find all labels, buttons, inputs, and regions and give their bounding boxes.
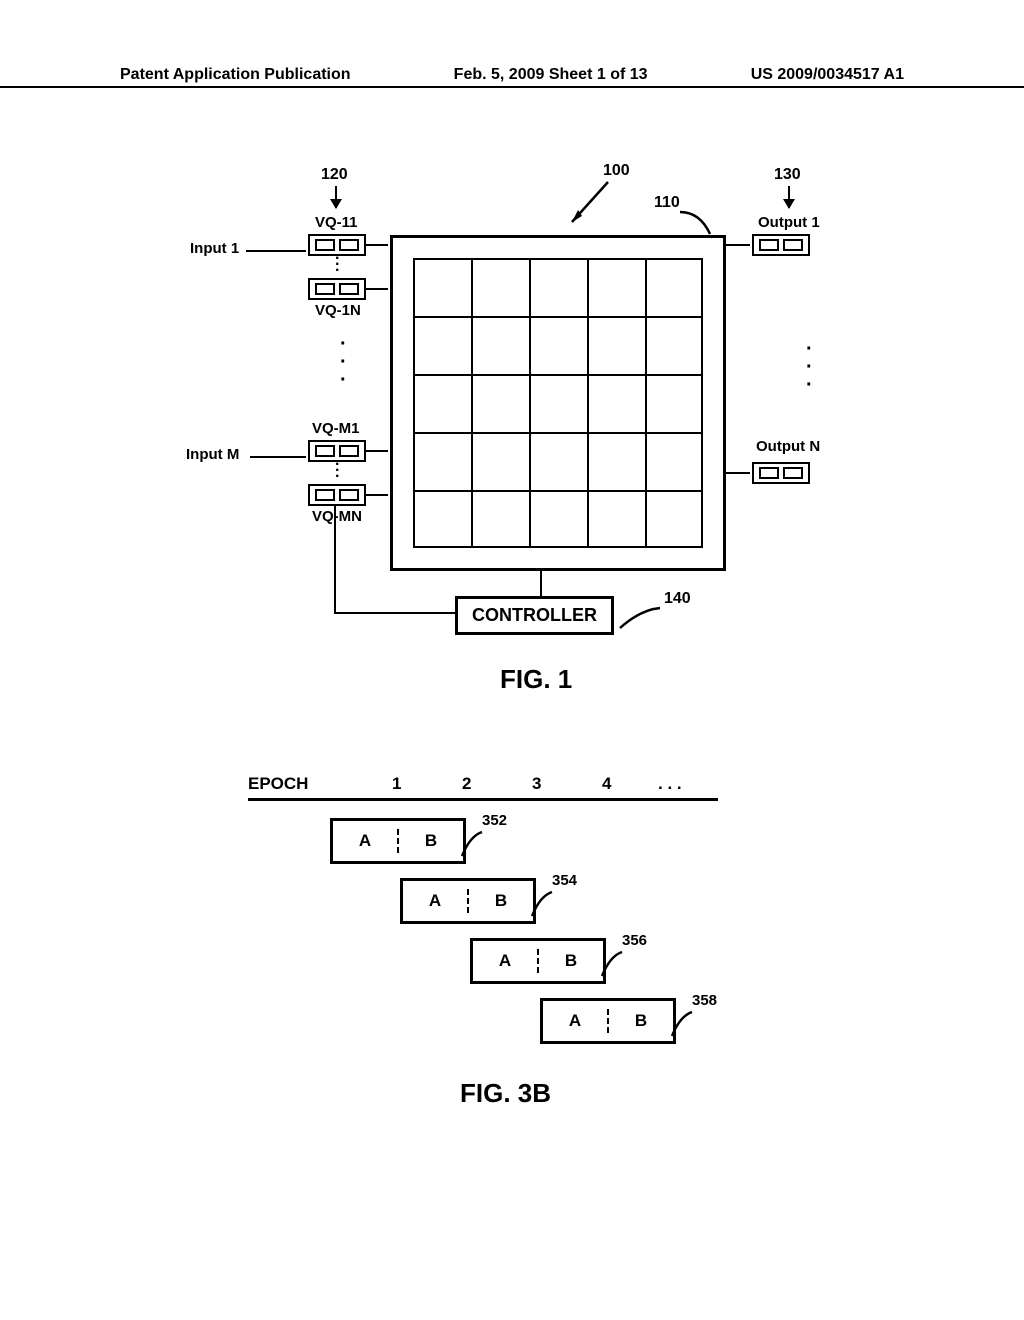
fig3b-caption: FIG. 3B [460, 1078, 551, 1109]
conn-q3 [366, 450, 388, 452]
fig1-caption: FIG. 1 [500, 664, 572, 695]
leader-358 [670, 1010, 696, 1040]
epoch-underline [248, 798, 718, 801]
leader-352 [460, 830, 486, 860]
line-crossbar-controller [540, 568, 542, 596]
dots-outputs: ··· [806, 340, 813, 394]
block-a-2: A [403, 891, 467, 911]
dots-vq1: ··· [335, 256, 340, 274]
arrow-120 [335, 186, 337, 208]
leader-140 [616, 606, 666, 636]
label-inputm: Input M [186, 446, 239, 463]
ref-140: 140 [664, 590, 691, 608]
label-vqm1: VQ-M1 [312, 420, 360, 437]
epoch-col-2: 2 [462, 774, 471, 794]
block-a-1: A [333, 831, 397, 851]
conn-outn [724, 472, 750, 474]
line-inputm [250, 456, 306, 458]
leader-354 [530, 890, 556, 920]
line-vq-down [334, 506, 336, 614]
controller-box: CONTROLLER [455, 596, 614, 635]
ref-354: 354 [552, 872, 577, 889]
epoch-col-1: 1 [392, 774, 401, 794]
conn-out1 [724, 244, 750, 246]
label-vqmn: VQ-MN [312, 508, 362, 525]
conn-q2 [366, 288, 388, 290]
dots-vqm: ··· [335, 462, 340, 480]
epoch-col-3: 3 [532, 774, 541, 794]
page-header: Patent Application Publication Feb. 5, 2… [0, 66, 1024, 88]
line-vq-right [334, 612, 456, 614]
crossbar-grid [413, 258, 703, 548]
header-center: Feb. 5, 2009 Sheet 1 of 13 [454, 66, 648, 86]
label-vq11: VQ-11 [315, 214, 358, 231]
epoch-block-4: A B [540, 998, 676, 1044]
label-vq1n: VQ-1N [315, 302, 361, 319]
ref-352: 352 [482, 812, 507, 829]
queue-vq1n [308, 278, 366, 300]
label-outputn: Output N [756, 438, 820, 455]
block-b-4: B [609, 1011, 673, 1031]
leader-356 [600, 950, 626, 980]
epoch-block-3: A B [470, 938, 606, 984]
ref-356: 356 [622, 932, 647, 949]
header-right: US 2009/0034517 A1 [751, 66, 904, 86]
block-a-3: A [473, 951, 537, 971]
page: Patent Application Publication Feb. 5, 2… [0, 0, 1024, 1320]
label-output1: Output 1 [758, 214, 820, 231]
arrow-100 [560, 176, 620, 236]
epoch-col-dots: . . . [658, 774, 682, 794]
queue-outputn [752, 462, 810, 484]
queue-vqmn [308, 484, 366, 506]
block-b-2: B [469, 891, 533, 911]
block-b-3: B [539, 951, 603, 971]
label-input1: Input 1 [190, 240, 239, 257]
queue-output1 [752, 234, 810, 256]
arrow-130 [788, 186, 790, 208]
conn-q4 [366, 494, 388, 496]
block-a-4: A [543, 1011, 607, 1031]
block-b-1: B [399, 831, 463, 851]
controller-label: CONTROLLER [472, 605, 597, 625]
ref-120: 120 [321, 166, 348, 184]
figures-area: 120 100 110 130 VQ-11 Input 1 ··· VQ-1N … [120, 140, 910, 1240]
epoch-block-2: A B [400, 878, 536, 924]
line-input1 [246, 250, 306, 252]
crossbar-fabric [390, 235, 726, 571]
epoch-block-1: A B [330, 818, 466, 864]
header-left: Patent Application Publication [120, 66, 351, 86]
epoch-label: EPOCH [248, 774, 308, 794]
ref-130: 130 [774, 166, 801, 184]
dots-inputs: ··· [340, 335, 347, 389]
conn-q1 [366, 244, 388, 246]
ref-110: 110 [654, 194, 680, 212]
ref-358: 358 [692, 992, 717, 1009]
epoch-col-4: 4 [602, 774, 611, 794]
